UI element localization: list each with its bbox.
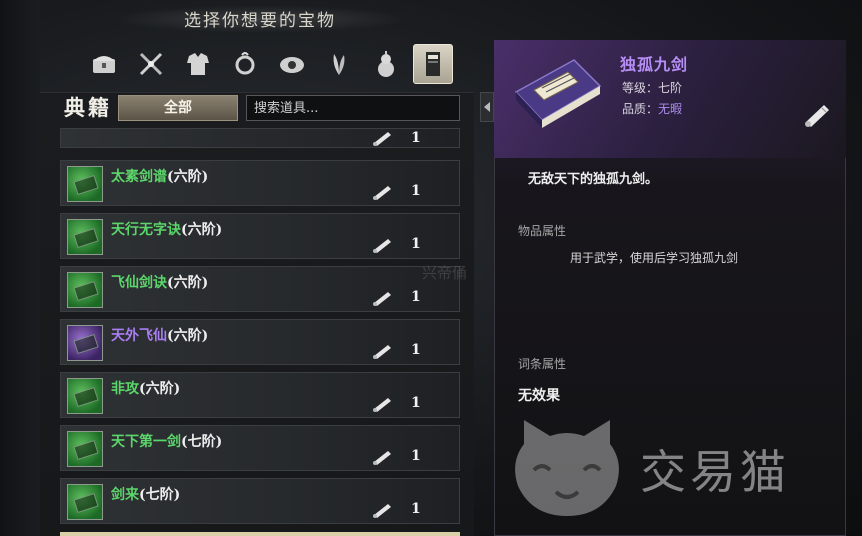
item-props-title: 物品属性 <box>518 224 567 238</box>
item-quantity: 1 <box>411 289 421 305</box>
chevron-left-icon <box>484 102 490 112</box>
filter-all-button[interactable]: 全部 <box>118 95 238 121</box>
book-item-icon <box>67 378 103 414</box>
item-quantity: 1 <box>411 501 421 517</box>
tab-accessory[interactable] <box>225 44 265 84</box>
list-item-selected-partial[interactable] <box>60 532 460 536</box>
search-input[interactable] <box>246 95 460 121</box>
item-props-text: 用于武学，使用后学习独孤九剑 <box>570 251 739 265</box>
book-icon <box>426 52 440 76</box>
item-quantity: 1 <box>411 395 421 411</box>
item-name: 飞仙剑诀(六阶) <box>111 275 209 291</box>
list-item[interactable]: 太素剑谱(六阶) 1 <box>60 160 460 206</box>
item-quantity: 1 <box>411 448 421 464</box>
detail-item-name: 独孤九剑 <box>620 55 689 74</box>
scroll-icon <box>805 105 829 127</box>
detail-level: 等级：七阶 <box>622 81 683 95</box>
scroll-icon <box>373 186 391 200</box>
scroll-icon <box>373 292 391 306</box>
armor-icon <box>187 53 209 75</box>
item-name: 剑来(七阶) <box>111 487 181 503</box>
category-label: 典籍 <box>64 95 112 120</box>
item-quantity: 1 <box>411 236 421 252</box>
list-item-partial[interactable]: 1 <box>60 128 460 148</box>
scroll-icon <box>373 398 391 412</box>
list-item[interactable]: 天外飞仙(六阶) 1 <box>60 319 460 365</box>
book-item-icon <box>67 431 103 467</box>
list-item[interactable]: 剑来(七阶) 1 <box>60 478 460 524</box>
item-name: 天下第一剑(七阶) <box>111 434 223 450</box>
herb-icon <box>333 54 345 75</box>
book-item-icon <box>67 219 103 255</box>
item-name: 太素剑谱(六阶) <box>111 169 209 185</box>
list-item[interactable]: 天行无字诀(六阶) 1 <box>60 213 460 259</box>
list-item[interactable]: 天下第一剑(七阶) 1 <box>60 425 460 471</box>
tab-armor[interactable] <box>178 44 218 84</box>
chest-icon <box>93 56 115 73</box>
item-quantity: 1 <box>411 342 421 358</box>
entry-props-text: 无效果 <box>518 388 560 404</box>
item-quantity: 1 <box>411 183 421 199</box>
tab-books[interactable] <box>413 44 453 84</box>
scroll-icon <box>373 345 391 359</box>
brand-watermark-text: 交易猫 <box>640 445 790 499</box>
cat-logo-watermark <box>515 420 619 516</box>
item-quantity: 1 <box>411 130 421 146</box>
item-name: 天行无字诀(六阶) <box>111 222 223 238</box>
page-title: 选择你想要的宝物 <box>120 6 400 32</box>
tab-herb[interactable] <box>319 44 359 84</box>
tab-weapons[interactable] <box>131 44 171 84</box>
tab-gourd[interactable] <box>366 44 406 84</box>
item-name: 天外飞仙(六阶) <box>111 328 209 344</box>
scroll-icon <box>373 451 391 465</box>
list-item[interactable]: 飞仙剑诀(六阶) 1 <box>60 266 460 312</box>
gourd-icon <box>378 51 394 77</box>
book-image <box>514 59 602 128</box>
background-left <box>0 0 40 536</box>
scroll-icon <box>373 504 391 518</box>
entry-props-title: 词条属性 <box>518 357 567 371</box>
detail-description: 无敌天下的独孤九剑。 <box>528 172 659 187</box>
scroll-icon <box>373 132 391 146</box>
collapse-button[interactable] <box>480 92 494 122</box>
category-tabs <box>84 44 453 86</box>
book-item-icon <box>67 272 103 308</box>
item-name: 非攻(六阶) <box>111 381 181 397</box>
tab-eye[interactable] <box>272 44 312 84</box>
book-item-icon <box>67 166 103 202</box>
eye-icon <box>280 57 304 73</box>
list-item[interactable]: 非攻(六阶) 1 <box>60 372 460 418</box>
faint-watermark: 兴帝俑 <box>422 264 468 282</box>
weapons-icon <box>139 52 163 76</box>
scroll-icon <box>373 239 391 253</box>
tab-chest[interactable] <box>84 44 124 84</box>
book-item-icon <box>67 325 103 361</box>
detail-quality: 品质：无暇 <box>622 102 683 116</box>
item-list[interactable]: 1 太素剑谱(六阶) 1 天行无字诀(六阶) 1 飞仙剑诀(六阶) 1 天外飞仙… <box>60 128 460 536</box>
accessory-icon <box>235 52 255 75</box>
book-item-icon <box>67 484 103 520</box>
